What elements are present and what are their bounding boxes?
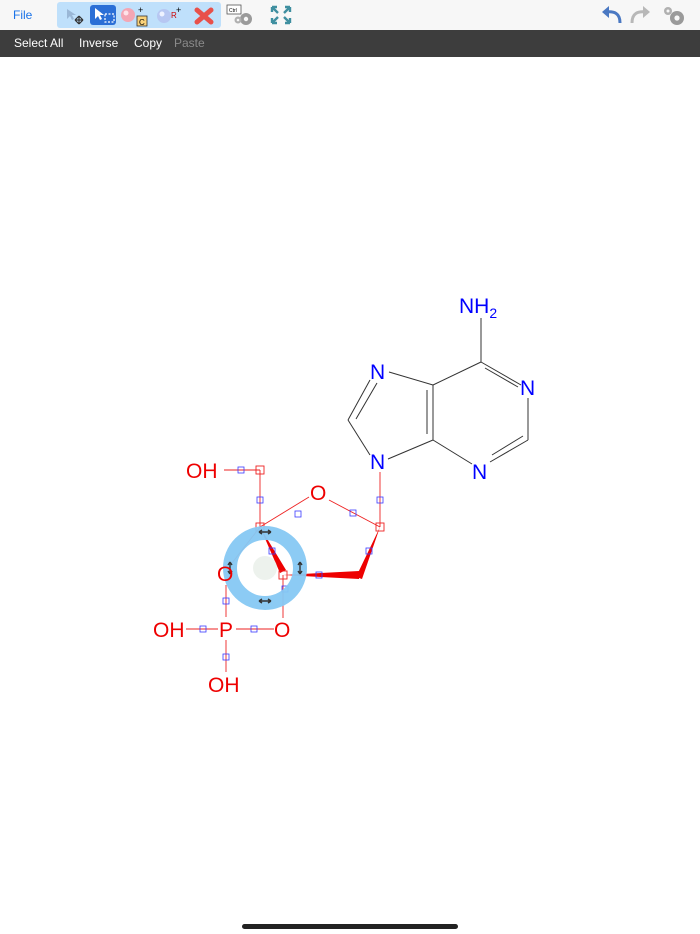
ctrl-settings-icon: Ctrl <box>226 4 252 25</box>
atom-oxygen-left[interactable]: O <box>217 563 233 586</box>
rect-select-icon <box>95 8 115 23</box>
atom-n9[interactable]: N <box>370 451 385 474</box>
molecule-canvas[interactable]: NH2 N N N N O OH O P O OH OH <box>0 57 700 934</box>
svg-text:Ctrl: Ctrl <box>229 8 237 14</box>
home-indicator <box>242 924 458 929</box>
add-atom-icon: + C <box>121 5 148 27</box>
atom-n3[interactable]: N <box>472 461 487 484</box>
atom-n1[interactable]: N <box>520 377 535 400</box>
svg-text:C: C <box>139 18 145 27</box>
adenine-bonds <box>347 318 529 465</box>
atom-hydroxyl-left[interactable]: OH <box>153 619 185 642</box>
ctrl-settings-button[interactable]: Ctrl <box>226 3 254 27</box>
select-all-button[interactable]: Select All <box>14 36 63 50</box>
copy-button[interactable]: Copy <box>134 36 162 50</box>
paste-button[interactable]: Paste <box>174 36 205 50</box>
top-toolbar: File + C R + Ctrl <box>0 0 700 31</box>
add-atom-tool[interactable]: + C <box>120 5 148 27</box>
selection-action-bar: Select All Inverse Copy Paste <box>0 30 700 57</box>
svg-text:+: + <box>176 5 181 15</box>
atom-hydroxyl-bottom[interactable]: OH <box>208 674 240 697</box>
amine-label[interactable]: NH2 <box>459 295 497 321</box>
atom-ring-oxygen[interactable]: O <box>310 482 326 505</box>
lasso-move-tool[interactable] <box>61 5 87 25</box>
atom-n7[interactable]: N <box>370 361 385 384</box>
file-menu-button[interactable]: File <box>13 8 32 22</box>
fit-screen-icon <box>270 5 292 25</box>
erase-tool[interactable] <box>191 5 217 25</box>
tool-group: + C R + <box>57 2 221 28</box>
erase-icon <box>194 7 214 25</box>
undo-button[interactable] <box>600 3 628 27</box>
svg-text:+: + <box>138 5 143 15</box>
atom-oxygen-right[interactable]: O <box>274 619 290 642</box>
atom-phosphorus[interactable]: P <box>219 619 233 642</box>
redo-icon <box>630 6 650 24</box>
redo-button[interactable] <box>626 3 654 27</box>
fit-screen-button[interactable] <box>268 3 296 27</box>
settings-button[interactable] <box>660 3 688 27</box>
atom-hydroxyl-top[interactable]: OH <box>186 460 218 483</box>
settings-icon <box>664 7 684 25</box>
add-group-icon: R + <box>157 5 181 23</box>
rect-select-tool[interactable] <box>90 5 116 25</box>
inverse-selection-button[interactable]: Inverse <box>79 36 118 50</box>
undo-icon <box>602 6 622 24</box>
add-group-tool[interactable]: R + <box>155 5 181 25</box>
lasso-move-icon <box>67 9 84 25</box>
rotation-handle[interactable] <box>223 526 307 610</box>
